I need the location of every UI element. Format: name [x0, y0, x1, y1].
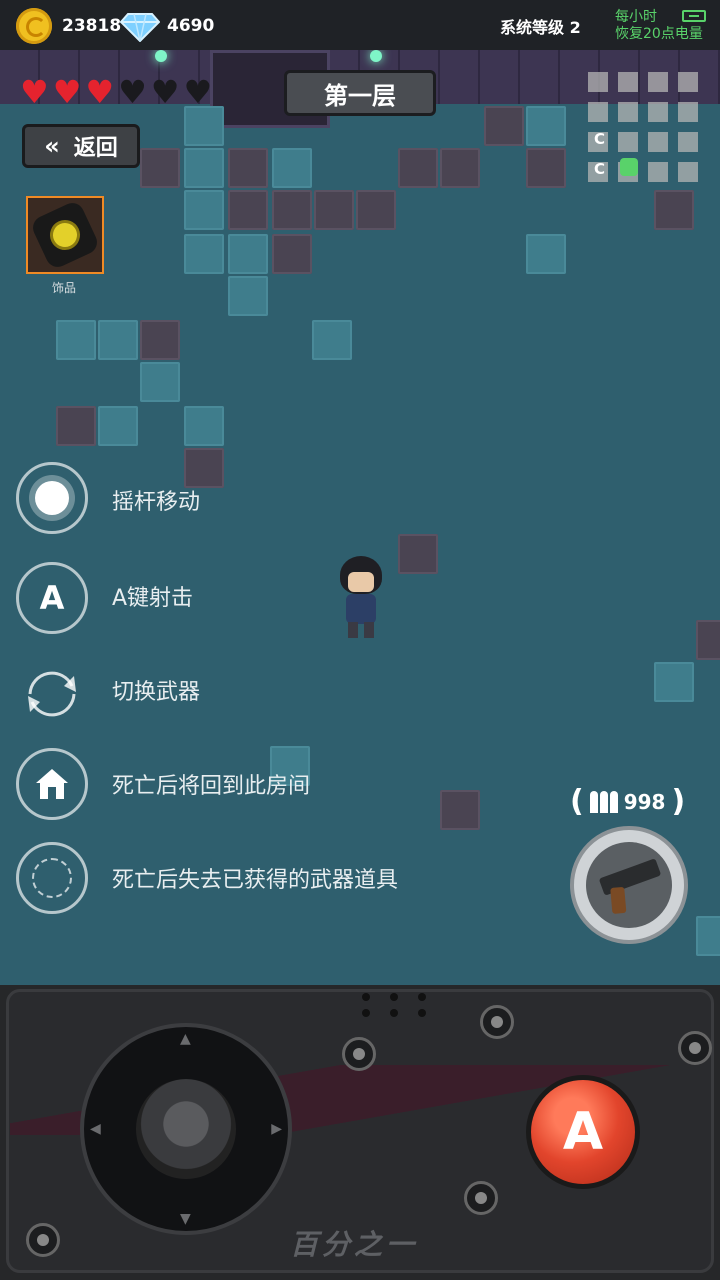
floor-tile — [228, 276, 268, 316]
floor-tile — [98, 320, 138, 360]
joystick-knob[interactable] — [136, 1079, 236, 1179]
heart-empty-icon: ♥ — [183, 73, 213, 111]
floor-title-plate: 第一层 — [284, 70, 436, 116]
accessory-label: 饰品 — [52, 281, 77, 295]
floor-tile — [356, 190, 396, 230]
joystick-up-arrow-icon: ▲ — [180, 1031, 191, 1047]
floor-tile — [98, 406, 138, 446]
hint-text: 死亡后将回到此房间 — [112, 774, 311, 799]
floor-tile — [56, 320, 96, 360]
floor-tile — [526, 234, 566, 274]
hint-text: 死亡后失去已获得的武器道具 — [112, 868, 399, 893]
floor-tile — [440, 790, 480, 830]
floor-tile — [56, 406, 96, 446]
brand-logo: 百分之一 — [290, 1228, 419, 1261]
ammo-bracket-left: ( — [570, 784, 584, 819]
fire-button-label: A — [562, 1102, 604, 1162]
screw-icon — [464, 1181, 498, 1215]
a-button-icon: A — [16, 562, 88, 634]
double-chevron-left-icon: « — [44, 132, 60, 160]
hint-text: 切换武器 — [112, 680, 201, 705]
floor-tile — [228, 190, 268, 230]
floor-tile — [184, 234, 224, 274]
minimap-marker: C — [594, 130, 606, 148]
floor-tile — [272, 190, 312, 230]
coin-count: 23818 — [62, 16, 122, 36]
floor-tile — [314, 190, 354, 230]
gem-count: 4690 — [167, 16, 215, 36]
floor-title: 第一层 — [324, 81, 396, 110]
floor-tile — [272, 234, 312, 274]
minimap-marker: C — [594, 160, 606, 178]
ammo-count: 998 — [623, 789, 666, 814]
joystick-left-arrow-icon: ◀ — [90, 1121, 101, 1137]
home-icon — [16, 748, 88, 820]
a-button-icon-label: A — [39, 579, 65, 617]
joystick-right-arrow-icon: ▶ — [271, 1121, 282, 1137]
top-status-bar: 23818 4690 系统等级 2 每小时 恢复20点电量 — [0, 0, 720, 50]
heart-empty-icon: ♥ — [150, 73, 180, 111]
ammo-counter: ( 998 ) — [570, 784, 685, 819]
heart-full-icon: ♥ — [20, 73, 49, 111]
minimap[interactable]: C C — [588, 70, 700, 182]
weapon-switch-button[interactable] — [560, 826, 698, 946]
joystick-icon — [16, 462, 88, 534]
floor-tile — [140, 148, 180, 188]
screw-icon — [480, 1005, 514, 1039]
controller-panel: ▲ ▼ ◀ ▶ A 百分之一 — [0, 985, 720, 1280]
bullets-icon — [589, 790, 618, 813]
floor-tile — [184, 106, 224, 146]
battery-icon — [682, 10, 706, 22]
floor-tile — [696, 916, 720, 956]
hint-text: 摇杆移动 — [112, 490, 201, 515]
floor-tile — [184, 406, 224, 446]
heart-full-icon: ♥ — [85, 73, 115, 111]
screw-icon — [342, 1037, 376, 1071]
back-button[interactable]: « 返回 — [22, 124, 140, 168]
floor-tile — [526, 106, 566, 146]
floor-tile — [654, 190, 694, 230]
floor-tile — [272, 148, 312, 188]
accessory-slot[interactable] — [26, 196, 104, 274]
virtual-joystick[interactable]: ▲ ▼ ◀ ▶ — [80, 1023, 292, 1235]
floor-tile — [440, 148, 480, 188]
accessory-item-icon — [29, 199, 101, 271]
screw-icon — [26, 1223, 60, 1257]
dashed-circle-icon — [16, 842, 88, 914]
heart-empty-icon: ♥ — [118, 73, 147, 111]
gem-icon — [119, 12, 161, 46]
fire-button[interactable]: A — [526, 1075, 640, 1189]
floor-tile — [228, 148, 268, 188]
energy-recovery-line2: 恢复20点电量 — [615, 26, 703, 42]
wall-torch — [370, 50, 382, 62]
floor-tile — [184, 190, 224, 230]
wall-torch — [155, 50, 167, 62]
floor-tile — [696, 620, 720, 660]
floor-tile — [484, 106, 524, 146]
player-character — [334, 556, 388, 642]
floor-tile — [228, 234, 268, 274]
health-hearts: ♥ ♥ ♥ ♥ ♥ ♥ — [20, 76, 212, 108]
coin-icon — [16, 8, 52, 44]
floor-tile — [140, 320, 180, 360]
floor-tile — [312, 320, 352, 360]
ammo-bracket-right: ) — [671, 784, 686, 819]
floor-tile — [398, 148, 438, 188]
floor-tile — [526, 148, 566, 188]
screw-icon — [678, 1031, 712, 1065]
floor-tile — [184, 448, 224, 488]
back-button-label: 返回 — [73, 136, 118, 161]
floor-tile — [654, 662, 694, 702]
floor-tile — [184, 148, 224, 188]
system-level[interactable]: 系统等级 2 — [500, 14, 581, 38]
floor-tile — [398, 534, 438, 574]
floor-tile — [140, 362, 180, 402]
heart-full-icon: ♥ — [52, 73, 82, 111]
minimap-player-icon — [620, 158, 638, 176]
swap-icon — [16, 658, 88, 730]
speaker-holes — [362, 993, 426, 1017]
hint-text: A键射击 — [112, 586, 194, 611]
joystick-down-arrow-icon: ▼ — [180, 1211, 191, 1227]
